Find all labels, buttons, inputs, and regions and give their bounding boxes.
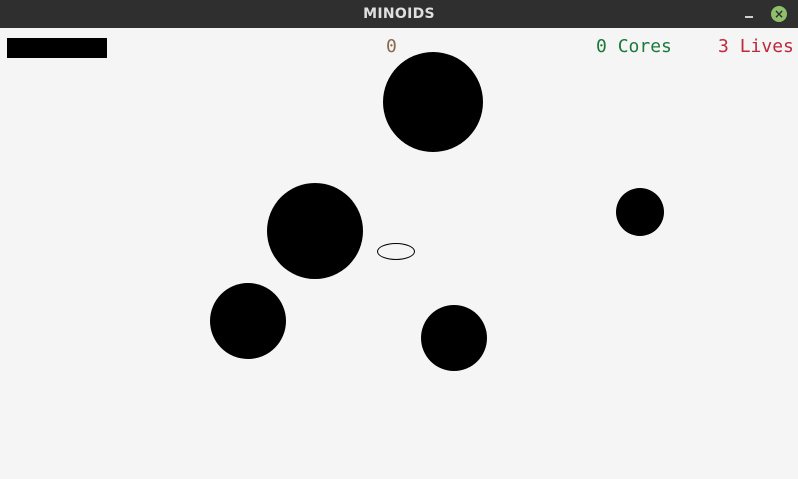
game-canvas[interactable]: 0 0 Cores 3 Lives [0, 28, 798, 479]
score-display: 0 [386, 37, 397, 57]
window-title: MINOIDS [363, 6, 435, 22]
minimize-icon [745, 16, 753, 18]
close-button[interactable]: × [771, 6, 787, 22]
game-window: MINOIDS × 0 0 Cores 3 Lives [0, 0, 798, 479]
asteroid [210, 283, 286, 359]
player-ship [377, 243, 415, 260]
asteroid [267, 183, 363, 279]
energy-bar [7, 38, 107, 58]
lives-display: 3 Lives [718, 37, 794, 57]
close-icon: × [773, 7, 785, 21]
cores-label: Cores [617, 36, 672, 57]
cores-display: 0 Cores [596, 37, 672, 57]
score-value: 0 [386, 36, 397, 57]
cores-count: 0 [596, 36, 607, 57]
asteroid [383, 52, 483, 152]
minimize-button[interactable] [741, 6, 757, 22]
asteroid [421, 305, 487, 371]
window-titlebar[interactable]: MINOIDS × [0, 0, 798, 28]
asteroid [616, 188, 664, 236]
lives-label: Lives [739, 36, 794, 57]
lives-count: 3 [718, 36, 729, 57]
